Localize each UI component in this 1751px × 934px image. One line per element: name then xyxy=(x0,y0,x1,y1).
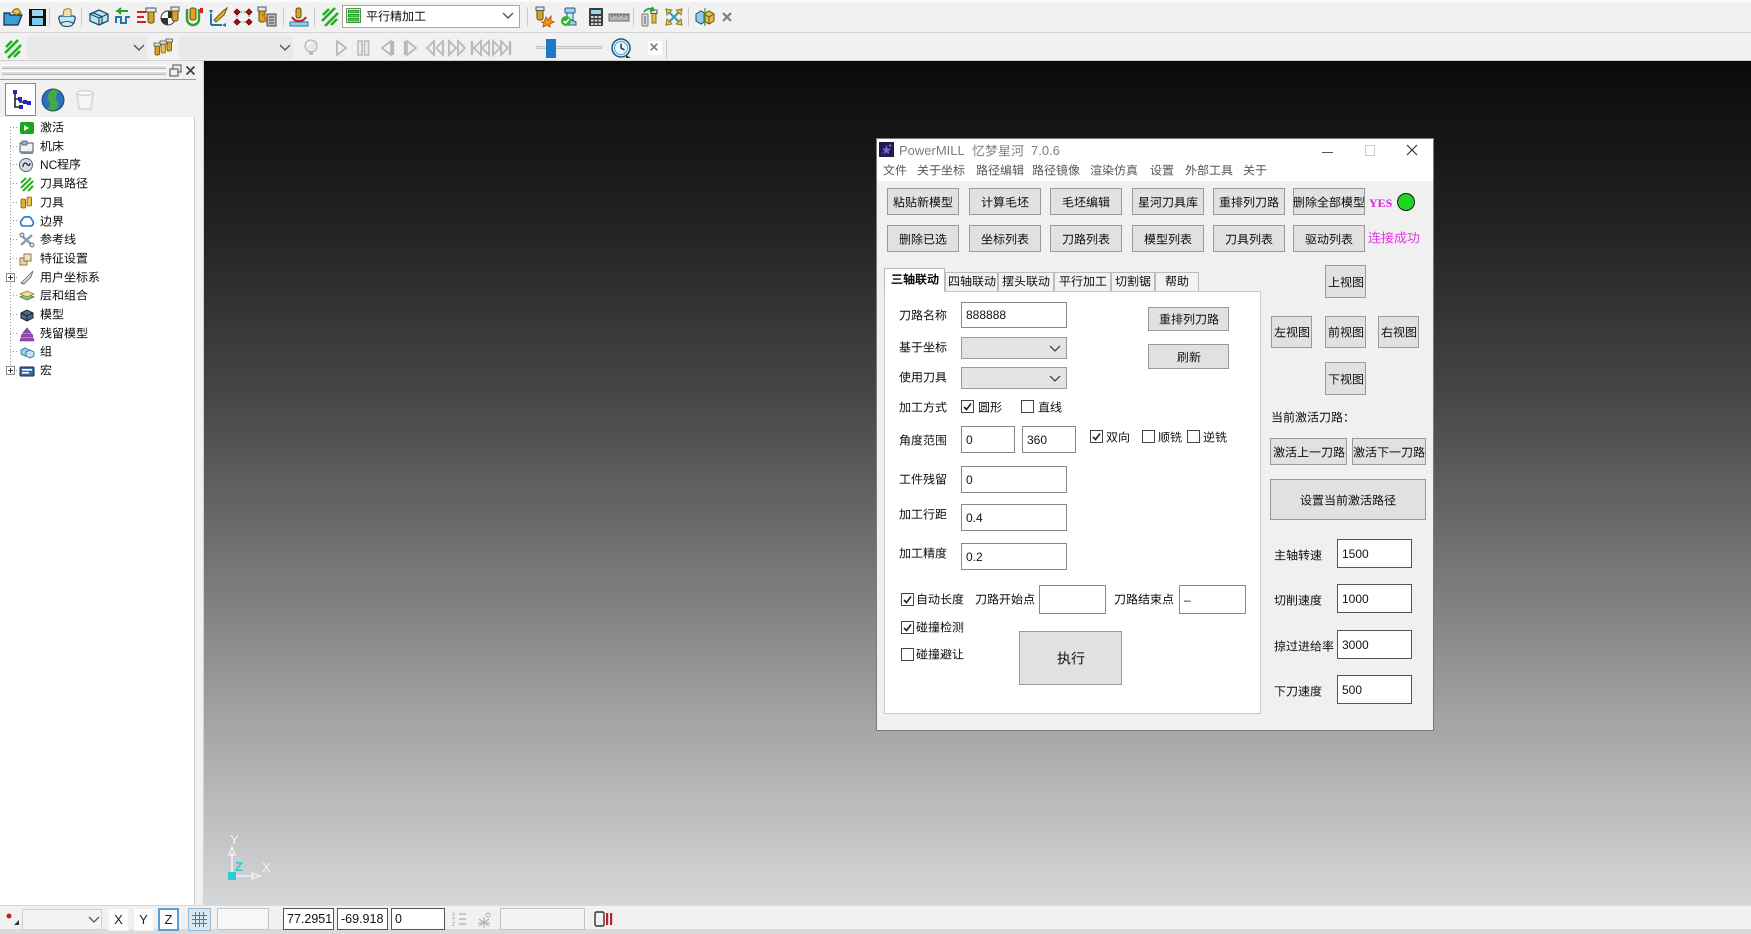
svg-text:Z: Z xyxy=(452,922,455,927)
svg-text:Y: Y xyxy=(230,832,239,847)
svg-text:Z: Z xyxy=(235,859,243,874)
svg-text:X: X xyxy=(262,860,271,875)
